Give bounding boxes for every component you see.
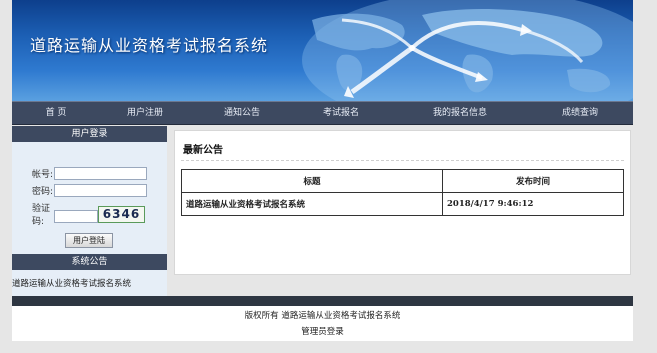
site-title: 道路运输从业资格考试报名系统 xyxy=(30,36,269,55)
password-label: 密码: xyxy=(32,187,54,197)
page: 道路运输从业资格考试报名系统 首 页 用户注册 通知公告 考试报名 我的报名信息… xyxy=(12,0,633,353)
header-banner: 道路运输从业资格考试报名系统 xyxy=(12,0,633,101)
nav-register[interactable]: 用户注册 xyxy=(117,102,173,124)
system-notice-header: 系统公告 xyxy=(12,254,167,270)
nav-my-registration[interactable]: 我的报名信息 xyxy=(424,102,496,124)
latest-notices-panel: 最新公告 标题 发布时间 道路运输从业资格考试报名系统 2018/4/17 9:… xyxy=(174,130,631,275)
captcha-image[interactable]: 6346 xyxy=(98,206,145,223)
main-nav: 首 页 用户注册 通知公告 考试报名 我的报名信息 成绩查询 xyxy=(12,101,633,125)
nav-exam-registration[interactable]: 考试报名 xyxy=(313,102,369,124)
latest-notices-title: 最新公告 xyxy=(183,145,223,156)
password-input[interactable] xyxy=(54,184,147,197)
notice-time: 2018/4/17 9:46:12 xyxy=(442,192,624,216)
title-divider xyxy=(181,160,624,161)
column-header-title: 标题 xyxy=(181,169,443,193)
captcha-label: 验证码: xyxy=(32,204,51,227)
notice-title-link[interactable]: 道路运输从业资格考试报名系统 xyxy=(181,192,443,216)
system-notice-link[interactable]: 道路运输从业资格考试报名系统 xyxy=(12,272,167,296)
login-panel-header: 用户登录 xyxy=(12,126,167,142)
table-header-row: 标题 发布时间 xyxy=(181,169,624,193)
account-label: 帐号: xyxy=(32,170,54,180)
footer-bar xyxy=(12,296,633,306)
login-button[interactable]: 用户登陆 xyxy=(65,233,113,248)
admin-login-link[interactable]: 管理员登录 xyxy=(12,325,633,337)
nav-announcements[interactable]: 通知公告 xyxy=(214,102,270,124)
copyright-text: 版权所有 道路运输从业资格考试报名系统 xyxy=(244,311,401,321)
notices-table: 标题 发布时间 道路运输从业资格考试报名系统 2018/4/17 9:46:12 xyxy=(181,169,624,216)
footer: 版权所有 道路运输从业资格考试报名系统 管理员登录 xyxy=(12,306,633,341)
captcha-input[interactable] xyxy=(54,210,98,223)
column-header-time: 发布时间 xyxy=(442,169,624,193)
table-row: 道路运输从业资格考试报名系统 2018/4/17 9:46:12 xyxy=(181,192,624,216)
account-input[interactable] xyxy=(54,167,147,180)
nav-home[interactable]: 首 页 xyxy=(34,102,78,124)
nav-score-query[interactable]: 成绩查询 xyxy=(552,102,608,124)
